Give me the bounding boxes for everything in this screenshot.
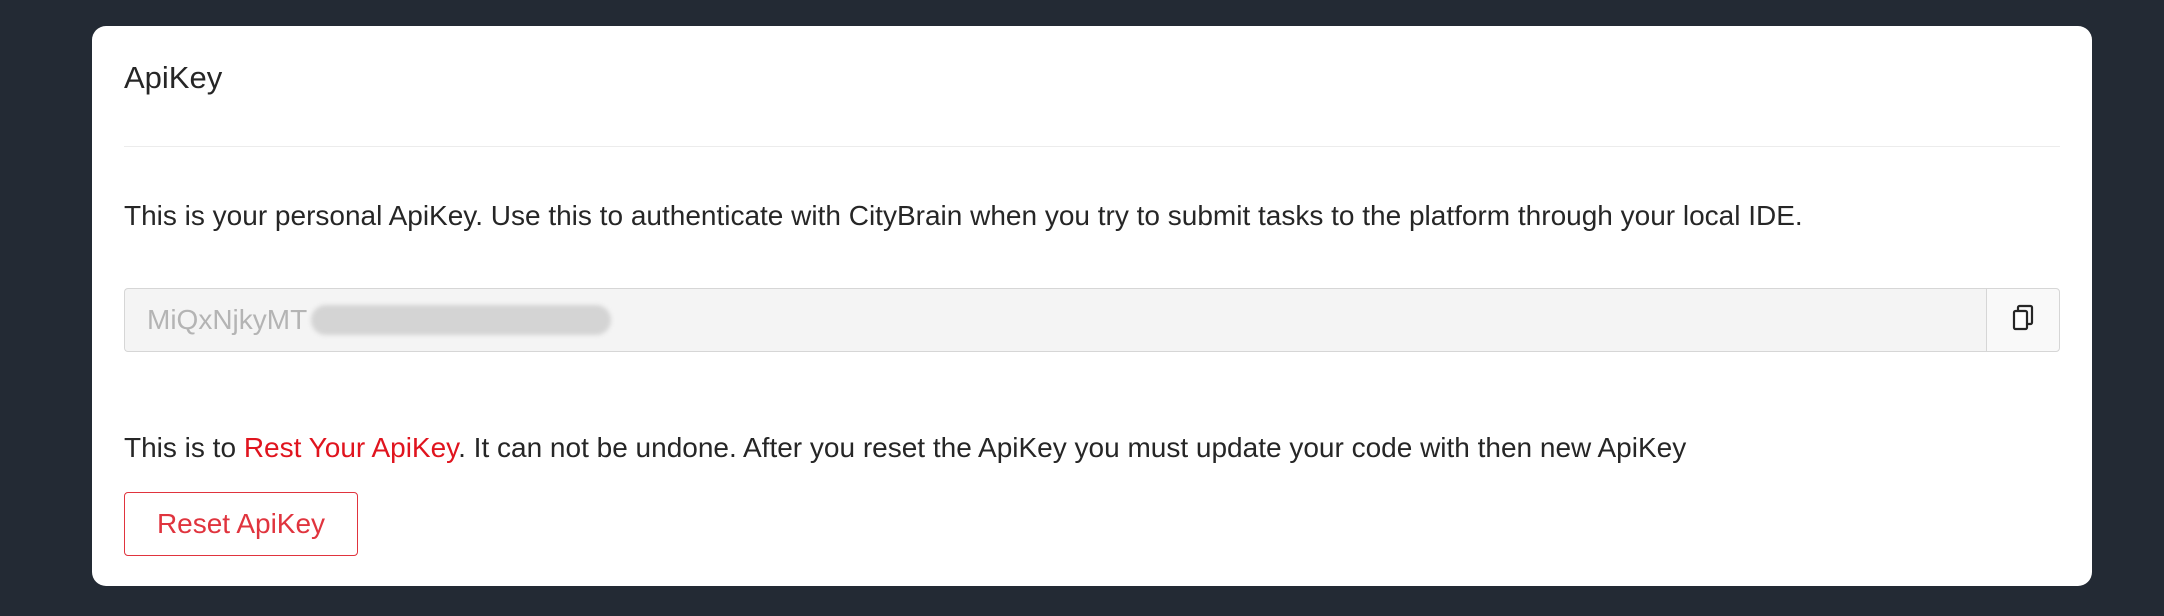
card-header: ApiKey [124,26,2060,147]
apikey-input-group: MiQxNjkyMT [124,288,2060,352]
warning-prefix: This is to [124,432,244,463]
reset-apikey-button[interactable]: Reset ApiKey [124,492,358,556]
warning-suffix: . It can not be undone. After you reset … [458,432,1687,463]
warning-highlight: Rest Your ApiKey [243,432,459,463]
apikey-value: MiQxNjkyMT [147,304,308,335]
apikey-description: This is your personal ApiKey. Use this t… [124,200,1803,231]
copy-icon [2011,304,2035,337]
card-title: ApiKey [124,60,223,95]
copy-apikey-button[interactable] [1986,288,2060,352]
apikey-redaction [311,305,611,335]
apikey-card: ApiKey This is your personal ApiKey. Use… [92,26,2092,586]
reset-warning-text: This is to Rest Your ApiKey. It can not … [124,428,1686,468]
apikey-field[interactable]: MiQxNjkyMT [124,288,1986,352]
